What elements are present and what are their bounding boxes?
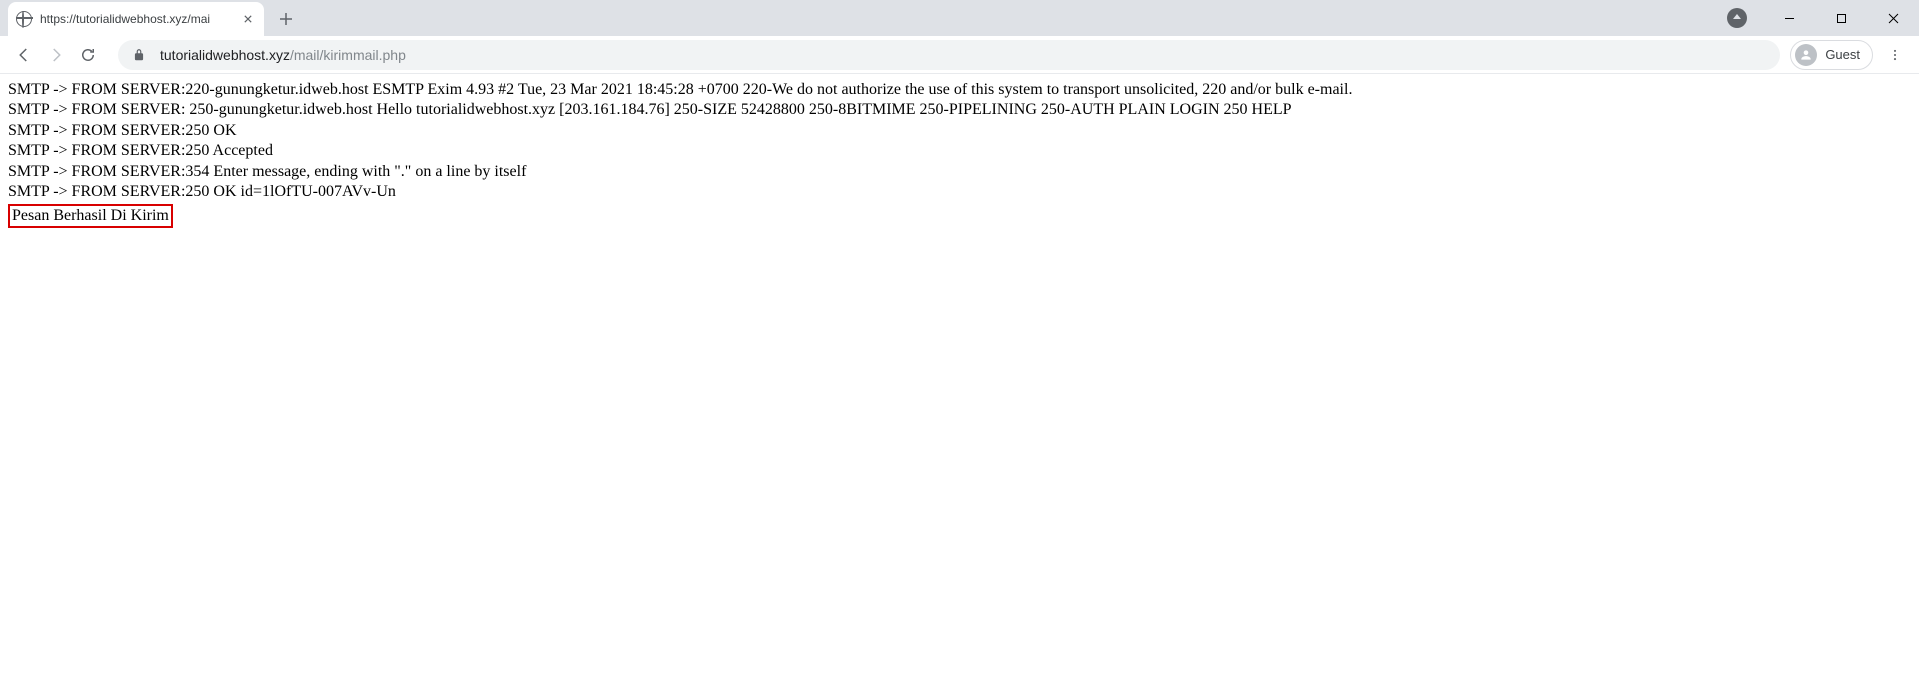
- tab-strip: https://tutorialidwebhost.xyz/mai: [0, 0, 1919, 36]
- profile-indicator-icon[interactable]: [1727, 8, 1747, 28]
- minimize-button[interactable]: [1767, 3, 1811, 33]
- browser-toolbar: tutorialidwebhost.xyz/mail/kirimmail.php…: [0, 36, 1919, 74]
- guest-profile-chip[interactable]: Guest: [1790, 40, 1873, 70]
- page-content: SMTP -> FROM SERVER:220-gunungketur.idwe…: [0, 74, 1919, 234]
- reload-button[interactable]: [72, 39, 104, 71]
- close-tab-button[interactable]: [240, 11, 256, 27]
- url-path: /mail/kirimmail.php: [290, 47, 406, 63]
- browser-menu-button[interactable]: [1879, 39, 1911, 71]
- guest-label: Guest: [1825, 47, 1860, 62]
- forward-button[interactable]: [40, 39, 72, 71]
- lock-icon: [132, 48, 146, 62]
- browser-tab[interactable]: https://tutorialidwebhost.xyz/mai: [8, 2, 264, 36]
- smtp-log-line: SMTP -> FROM SERVER:250 OK id=1lOfTU-007…: [8, 182, 1911, 202]
- globe-icon: [16, 11, 32, 27]
- avatar-icon: [1795, 44, 1817, 66]
- new-tab-button[interactable]: [272, 5, 300, 33]
- smtp-log-line: SMTP -> FROM SERVER:250 OK: [8, 121, 1911, 141]
- url-host: tutorialidwebhost.xyz: [160, 47, 290, 63]
- close-window-button[interactable]: [1871, 3, 1915, 33]
- back-button[interactable]: [8, 39, 40, 71]
- success-message: Pesan Berhasil Di Kirim: [8, 204, 173, 228]
- smtp-log-line: SMTP -> FROM SERVER:220-gunungketur.idwe…: [8, 80, 1911, 100]
- smtp-log-line: SMTP -> FROM SERVER:250 Accepted: [8, 141, 1911, 161]
- address-bar[interactable]: tutorialidwebhost.xyz/mail/kirimmail.php: [118, 40, 1780, 70]
- maximize-button[interactable]: [1819, 3, 1863, 33]
- smtp-log-line: SMTP -> FROM SERVER:354 Enter message, e…: [8, 162, 1911, 182]
- smtp-log-line: SMTP -> FROM SERVER: 250-gunungketur.idw…: [8, 100, 1911, 120]
- tab-title: https://tutorialidwebhost.xyz/mai: [40, 12, 240, 26]
- window-controls: [1727, 0, 1919, 36]
